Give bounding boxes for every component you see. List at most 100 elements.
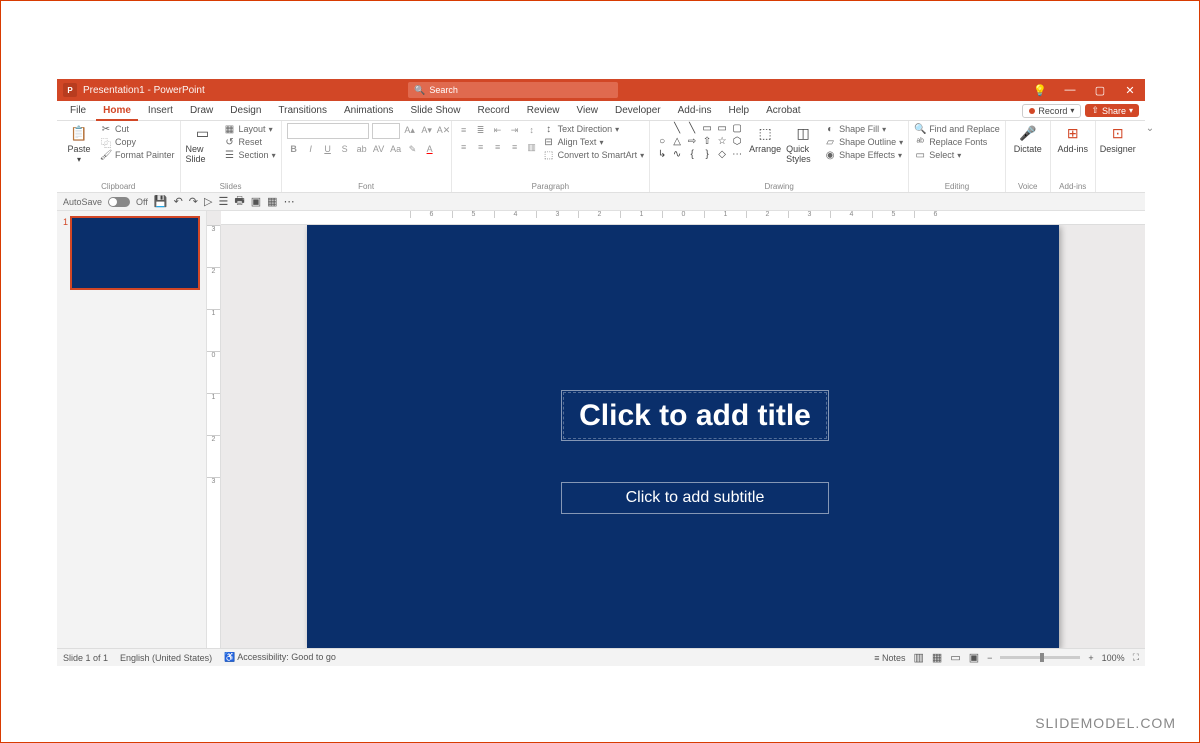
find-button[interactable]: 🔍Find and Replace [914, 123, 1000, 135]
shape-callout-icon[interactable]: ◇ [715, 149, 729, 161]
clear-format-button[interactable]: A✕ [437, 123, 451, 137]
notes-button[interactable]: ≡ Notes [874, 653, 905, 663]
shape-rrect-icon[interactable]: ▢ [730, 123, 744, 135]
tab-insert[interactable]: Insert [141, 101, 180, 121]
shape-rect-icon[interactable]: ▭ [715, 123, 729, 135]
tab-file[interactable]: File [63, 101, 93, 121]
normal-view-icon[interactable]: ▥ [914, 651, 924, 664]
shape-effects-button[interactable]: ◉Shape Effects▾ [824, 149, 903, 161]
record-button[interactable]: Record▾ [1022, 104, 1081, 118]
autosave-toggle[interactable] [108, 197, 130, 207]
canvas-area[interactable]: Click to add title Click to add subtitle [221, 225, 1145, 648]
shape-more-icon[interactable]: ⋯ [730, 149, 744, 161]
zoom-out-button[interactable]: − [987, 653, 992, 663]
subtitle-placeholder[interactable]: Click to add subtitle [561, 482, 829, 514]
print-icon[interactable]: 🖶 [234, 192, 244, 211]
maximize-button[interactable]: ▢ [1085, 79, 1115, 101]
help-icon[interactable]: 💡 [1025, 79, 1055, 101]
shape-arrow-icon[interactable]: ⇨ [685, 136, 699, 148]
columns-button[interactable]: ▥ [525, 140, 539, 154]
font-size-combo[interactable] [372, 123, 400, 139]
tab-review[interactable]: Review [520, 101, 567, 121]
grow-font-button[interactable]: A▴ [403, 123, 417, 137]
language-status[interactable]: English (United States) [120, 653, 212, 663]
collapse-ribbon-button[interactable]: ⌄ [1140, 121, 1160, 192]
sorter-view-icon[interactable]: ▦ [932, 651, 942, 664]
shape-line-icon[interactable]: ╲ [670, 123, 684, 135]
preview-icon[interactable]: ▣ [251, 195, 261, 208]
zoom-slider[interactable] [1000, 656, 1080, 659]
bold-button[interactable]: B [287, 142, 301, 156]
shape-arrow-icon[interactable]: ⇧ [700, 136, 714, 148]
align-center-button[interactable]: ≡ [474, 140, 488, 154]
align-left-button[interactable]: ≡ [457, 140, 471, 154]
subtitle-text[interactable]: Click to add subtitle [562, 483, 828, 513]
slideshow-view-icon[interactable]: ▣ [969, 651, 979, 664]
arrange-button[interactable]: ⬚Arrange [748, 123, 782, 154]
strike-button[interactable]: S [338, 142, 352, 156]
redo-icon[interactable]: ↷ [189, 195, 198, 208]
tab-developer[interactable]: Developer [608, 101, 668, 121]
shapes-gallery[interactable]: ╲╲▭▭▢ ○△⇨⇧☆⬡ ↳∿{}◇⋯ [655, 123, 744, 161]
accessibility-status[interactable]: ♿ Accessibility: Good to go [224, 652, 336, 663]
horizontal-ruler[interactable]: 6 5 4 3 2 1 0 1 2 3 4 5 6 [221, 211, 1145, 225]
tab-addins[interactable]: Add-ins [671, 101, 719, 121]
shape-circle-icon[interactable]: ○ [655, 136, 669, 148]
vertical-ruler[interactable]: 3210123 [207, 225, 221, 648]
spacing-button[interactable]: AV [372, 142, 386, 156]
tab-design[interactable]: Design [223, 101, 268, 121]
start-from-beginning-icon[interactable]: ▷ [204, 195, 212, 208]
addins-button[interactable]: ⊞Add-ins [1056, 123, 1090, 154]
shape-line-icon[interactable]: ╲ [685, 123, 699, 135]
paste-button[interactable]: 📋 Paste ▾ [62, 123, 96, 164]
numbering-button[interactable]: ≣ [474, 123, 488, 137]
shape-star-icon[interactable]: ☆ [715, 136, 729, 148]
fit-window-icon[interactable]: ⛶ [1133, 652, 1139, 663]
new-slide-button[interactable]: ▭ New Slide [186, 123, 220, 164]
font-color-button[interactable]: A [423, 142, 437, 156]
shape-curve-icon[interactable]: ∿ [670, 149, 684, 161]
title-placeholder[interactable]: Click to add title [561, 390, 829, 441]
undo-icon[interactable]: ↶ [174, 195, 183, 208]
close-button[interactable]: ✕ [1115, 79, 1145, 101]
format-painter-button[interactable]: 🖌Format Painter [100, 149, 175, 161]
smartart-button[interactable]: ⬚Convert to SmartArt▾ [543, 149, 645, 161]
tab-slideshow[interactable]: Slide Show [403, 101, 467, 121]
tab-record[interactable]: Record [470, 101, 516, 121]
quick-styles-button[interactable]: ◫Quick Styles [786, 123, 820, 164]
justify-button[interactable]: ≡ [508, 140, 522, 154]
slide-canvas[interactable]: Click to add title Click to add subtitle [307, 225, 1059, 648]
touch-mode-icon[interactable]: ☰ [218, 195, 228, 208]
shape-brace-icon[interactable]: } [700, 149, 714, 161]
align-text-button[interactable]: ⊟Align Text▾ [543, 136, 645, 148]
shape-rect-icon[interactable]: ▭ [700, 123, 714, 135]
tab-acrobat[interactable]: Acrobat [759, 101, 807, 121]
text-direction-button[interactable]: ↕Text Direction▾ [543, 123, 645, 135]
share-button[interactable]: ⇧Share▾ [1085, 104, 1139, 117]
shape-hex-icon[interactable]: ⬡ [730, 136, 744, 148]
title-text[interactable]: Click to add title [562, 391, 828, 440]
shape-connector-icon[interactable]: ↳ [655, 149, 669, 161]
minimize-button[interactable]: — [1055, 79, 1085, 101]
grid-icon[interactable]: ▦ [267, 195, 277, 208]
zoom-in-button[interactable]: + [1088, 653, 1093, 663]
cut-button[interactable]: ✂Cut [100, 123, 175, 135]
tab-view[interactable]: View [570, 101, 606, 121]
shape-line-icon[interactable] [655, 123, 669, 135]
indent-inc-button[interactable]: ⇥ [508, 123, 522, 137]
zoom-level[interactable]: 100% [1102, 653, 1125, 663]
shape-fill-button[interactable]: ◐Shape Fill▾ [824, 123, 903, 135]
reading-view-icon[interactable]: ▭ [950, 651, 960, 664]
shape-brace-icon[interactable]: { [685, 149, 699, 161]
shape-tri-icon[interactable]: △ [670, 136, 684, 148]
save-icon[interactable]: 💾 [154, 195, 168, 208]
shrink-font-button[interactable]: A▾ [420, 123, 434, 137]
dictate-button[interactable]: 🎤Dictate [1011, 123, 1045, 154]
search-box[interactable]: 🔍 Search [408, 82, 618, 98]
slide-counter[interactable]: Slide 1 of 1 [63, 653, 108, 663]
tab-transitions[interactable]: Transitions [271, 101, 334, 121]
font-family-combo[interactable] [287, 123, 369, 139]
designer-button[interactable]: ⊡Designer [1101, 123, 1135, 154]
slide-thumbnail-pane[interactable]: 1 [57, 211, 207, 648]
section-button[interactable]: ☰Section▾ [224, 149, 276, 161]
